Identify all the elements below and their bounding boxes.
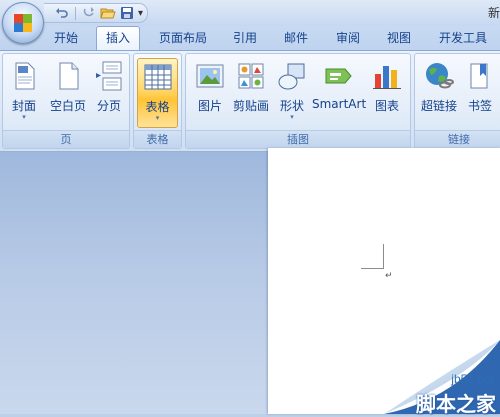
tab-review[interactable]: 审阅 (326, 26, 370, 50)
tab-developer[interactable]: 开发工具 (430, 26, 496, 50)
bookmark-button[interactable]: 书签 (463, 58, 497, 128)
clip-art-icon (238, 63, 264, 89)
illustrations-group-label: 插图 (186, 130, 410, 148)
toolbar-separator (75, 6, 76, 20)
quick-access-toolbar: ▾ (44, 3, 149, 23)
watermark-name: 脚本之家 (416, 392, 496, 416)
open-folder-icon (100, 8, 116, 19)
smartart-icon (325, 68, 352, 84)
picture-label: 图片 (197, 99, 222, 113)
page-break-label: 分页 (96, 99, 121, 113)
watermark-site: jb51.net (451, 372, 494, 386)
tab-mailings[interactable]: 邮件 (274, 26, 318, 50)
blank-page-icon (59, 62, 79, 90)
table-button[interactable]: 表格 ▾ (137, 58, 178, 128)
office-logo-icon (14, 14, 32, 32)
tab-page-layout[interactable]: 页面布局 (150, 26, 216, 50)
clip-art-button[interactable]: 剪贴画 (230, 58, 272, 128)
bookmark-icon (470, 63, 488, 89)
chevron-down-icon: ▾ (155, 114, 160, 122)
smartart-button[interactable]: SmartArt (312, 58, 366, 128)
tab-insert[interactable]: 插入 (96, 26, 140, 51)
shapes-icon (278, 63, 305, 90)
links-group: 超链接 书签 链接 (414, 53, 500, 149)
redo-button[interactable] (81, 5, 97, 21)
blank-page-button[interactable]: 空白页 (47, 58, 89, 128)
open-button[interactable] (100, 5, 116, 21)
shapes-label: 形状 (279, 99, 304, 113)
hyperlink-icon (426, 63, 454, 89)
cover-page-label: 封面 (11, 99, 36, 113)
picture-icon (196, 64, 224, 88)
bookmark-label: 书签 (467, 99, 492, 113)
links-group-label: 链接 (415, 130, 500, 148)
table-icon (144, 64, 171, 90)
clip-art-label: 剪贴画 (232, 99, 269, 113)
undo-icon (56, 8, 68, 18)
page-break-icon (96, 61, 122, 91)
picture-button[interactable]: 图片 (192, 58, 228, 128)
ribbon-tabs: 开始 插入 页面布局 引用 邮件 审阅 视图 开发工具 (0, 26, 500, 51)
title-bar: ▾ 新 (0, 0, 500, 26)
chevron-down-icon: ▾ (22, 113, 26, 121)
ribbon: 封面 ▾ 空白页 分页 页 表格 ▾ 表格 图片 剪贴画 形状 ▾ SmartA… (0, 50, 500, 152)
redo-icon (83, 7, 94, 17)
cover-page-icon (15, 62, 35, 90)
undo-button[interactable] (54, 5, 70, 21)
window-title: 新 (487, 6, 500, 20)
hyperlink-label: 超链接 (420, 99, 457, 113)
pages-group-label: 页 (3, 130, 129, 148)
smartart-label: SmartArt (312, 97, 367, 111)
chart-button[interactable]: 图表 (368, 58, 406, 128)
table-label: 表格 (145, 100, 170, 114)
paragraph-mark: ↵ (385, 271, 393, 281)
save-button[interactable] (119, 5, 135, 21)
margin-corner-mark (361, 244, 384, 269)
page-break-button[interactable]: 分页 (91, 58, 127, 128)
tab-view[interactable]: 视图 (377, 26, 421, 50)
cover-page-button[interactable]: 封面 ▾ (7, 58, 41, 128)
blank-page-label: 空白页 (49, 99, 86, 113)
customize-toolbar-button[interactable]: ▾ (138, 8, 143, 19)
pages-group: 封面 ▾ 空白页 分页 页 (2, 53, 130, 149)
save-icon (121, 7, 133, 19)
tab-references[interactable]: 引用 (222, 26, 268, 50)
illustrations-group: 图片 剪贴画 形状 ▾ SmartArt 图表 插图 (185, 53, 411, 149)
office-button[interactable] (2, 2, 44, 44)
shapes-button[interactable]: 形状 ▾ (274, 58, 310, 128)
tab-home[interactable]: 开始 (44, 26, 88, 50)
chart-label: 图表 (374, 99, 399, 113)
tables-group-label: 表格 (134, 130, 181, 148)
chevron-down-icon: ▾ (290, 113, 294, 121)
hyperlink-button[interactable]: 超链接 (419, 58, 459, 128)
chart-icon (373, 66, 401, 89)
tables-group: 表格 ▾ 表格 (133, 53, 182, 149)
